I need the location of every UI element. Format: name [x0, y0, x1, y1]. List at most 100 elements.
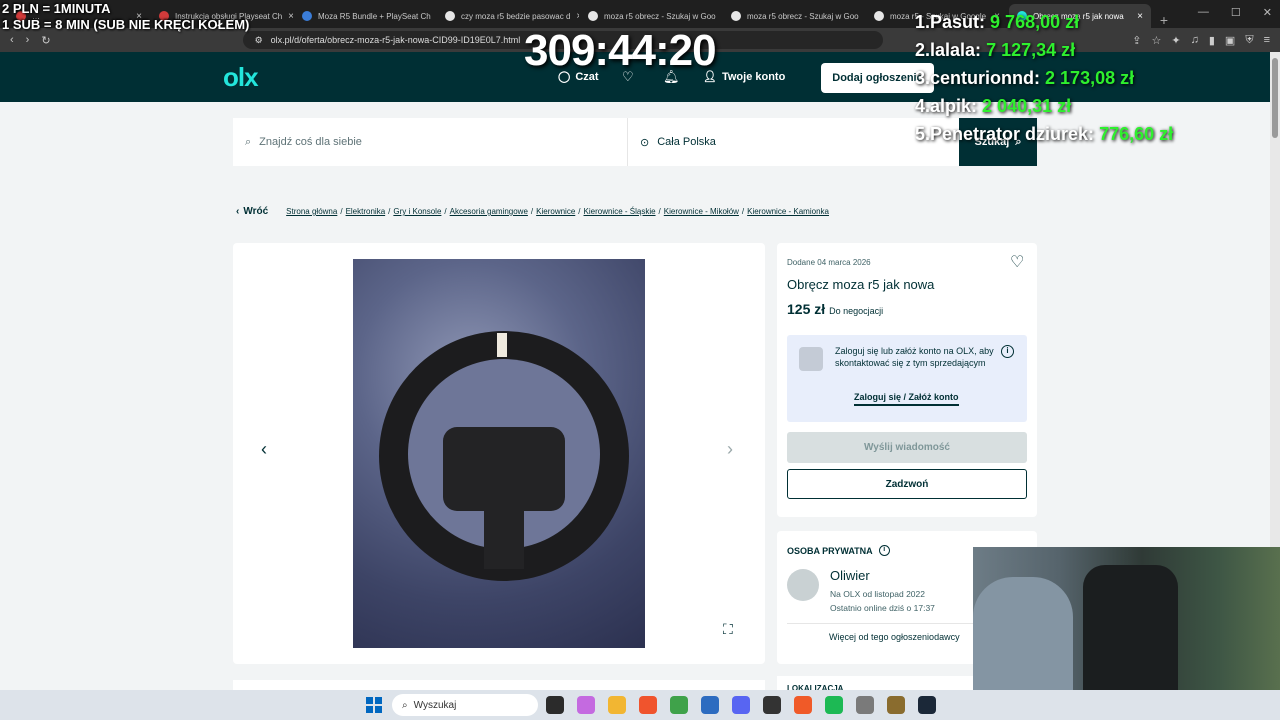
windows-start-icon[interactable]: [366, 697, 382, 713]
copilot-icon[interactable]: [577, 696, 595, 714]
browser-tab[interactable]: Moza R5 Bundle + PlaySeat Ch×: [294, 4, 436, 28]
file-explorer-icon[interactable]: [608, 696, 626, 714]
leaderboard-row: 4.alpik: 2 040,31 zł: [915, 92, 1173, 120]
send-message-button[interactable]: Wyślij wiadomość: [787, 432, 1027, 463]
tab-label: Moza R5 Bundle + PlaySeat Ch: [318, 11, 431, 21]
negotiable-label: Do negocjacji: [829, 306, 884, 316]
breadcrumb-link[interactable]: Akcesoria gamingowe: [450, 207, 528, 216]
sidebar-icon[interactable]: ▮: [1209, 34, 1215, 47]
leaderboard-rank: 2.: [915, 40, 931, 60]
wallet-icon[interactable]: ▣: [1225, 34, 1235, 47]
leaderboard-rank: 3.: [915, 68, 931, 88]
music-icon[interactable]: ♫: [1191, 34, 1199, 47]
taskbar-apps: [546, 696, 936, 714]
chevron-left-icon: ‹: [236, 206, 240, 217]
breadcrumb-separator: /: [388, 207, 391, 216]
window-controls: — ☐ ✕: [1198, 6, 1272, 19]
call-button[interactable]: Zadzwoń: [787, 469, 1027, 499]
browser-tab[interactable]: czy moza r5 bedzie pasowac d ×: [437, 4, 579, 28]
subathon-timer: 309:44:20: [524, 26, 717, 75]
tab-close-icon[interactable]: ×: [288, 11, 293, 22]
breadcrumb-link[interactable]: Gry i Konsole: [393, 207, 441, 216]
breadcrumb-link[interactable]: Kierownice: [536, 207, 575, 216]
leaderboard-amount: 2 173,08 zł: [1045, 68, 1135, 88]
settings-gear-icon[interactable]: [856, 696, 874, 714]
leaderboard-row: 3.centurionnd: 2 173,08 zł: [915, 64, 1173, 92]
taskbar-search[interactable]: ⌕ Wyszukaj: [392, 694, 538, 716]
search-input[interactable]: ⌕ Znajdź coś dla siebie: [233, 118, 628, 166]
tab-favicon-icon: [302, 11, 312, 21]
login-illustration-icon: [799, 347, 823, 371]
brave-alt-icon[interactable]: [794, 696, 812, 714]
browser-tab[interactable]: moza r5 obrecz - Szukaj w Goo×: [723, 4, 865, 28]
steam-icon[interactable]: [918, 696, 936, 714]
ad-title: Obręcz moza r5 jak nowa: [787, 277, 935, 292]
favorite-heart-icon[interactable]: ♡: [1010, 252, 1024, 272]
forward-nav-icon[interactable]: ›: [26, 34, 30, 46]
discord-icon[interactable]: [732, 696, 750, 714]
minimize-icon[interactable]: —: [1198, 6, 1209, 19]
breadcrumb-link[interactable]: Strona główna: [286, 207, 337, 216]
back-nav-icon[interactable]: ‹: [10, 34, 14, 46]
leaderboard-row: 5.Penetrator dziurek: 776,60 zł: [915, 120, 1173, 148]
info-icon[interactable]: i: [1001, 345, 1014, 358]
breadcrumb-separator: /: [658, 207, 661, 216]
tab-favicon-icon: [588, 11, 598, 21]
seller-name[interactable]: Oliwier: [830, 568, 870, 583]
leaderboard-rank: 4.: [915, 96, 931, 116]
ad-photo[interactable]: [353, 259, 645, 648]
breadcrumb: ‹ Wróć Strona główna / Elektronika / Gry i K…: [236, 206, 829, 217]
leaderboard-name: centurionnd:: [930, 68, 1041, 88]
next-photo-icon[interactable]: ›: [727, 439, 733, 460]
tab-close-icon[interactable]: ×: [576, 11, 579, 22]
donation-leaderboard: 1.Pasut: 9 768,00 zł 2.lalala: 7 127,34 z…: [915, 8, 1173, 148]
menu-icon[interactable]: ≡: [1264, 34, 1270, 47]
olx-logo[interactable]: olx: [223, 62, 259, 93]
fullscreen-icon[interactable]: ⛶: [723, 621, 733, 638]
location-input[interactable]: ⊙ Cała Polska: [628, 118, 959, 166]
close-window-icon[interactable]: ✕: [1263, 6, 1272, 19]
back-link[interactable]: ‹ Wróć: [236, 206, 268, 217]
maximize-icon[interactable]: ☐: [1231, 6, 1241, 19]
seller-type: OSOBA PRYWATNA i: [787, 545, 890, 556]
url-text: olx.pl/d/oferta/obrecz-moza-r5-jak-nowa-…: [270, 35, 521, 45]
spotify-icon[interactable]: [825, 696, 843, 714]
more-from-seller-link[interactable]: Więcej od tego ogłoszeniodawcy: [829, 632, 960, 642]
login-prompt-text: Zaloguj się lub załóż konto na OLX, aby …: [835, 346, 994, 368]
prev-photo-icon[interactable]: ‹: [261, 439, 267, 460]
breadcrumb-link[interactable]: Elektronika: [346, 207, 386, 216]
app-icon[interactable]: [887, 696, 905, 714]
leaderboard-name: alpik:: [930, 96, 978, 116]
store-icon[interactable]: [701, 696, 719, 714]
tab-label: czy moza r5 bedzie pasowac d: [461, 11, 571, 21]
shield-icon[interactable]: ⛨: [1245, 34, 1253, 47]
browser-tab[interactable]: moza r5 obrecz - Szukaj w Goo×: [580, 4, 722, 28]
donation-rules-overlay: 2 PLN = 1MINUTA 1 SUB = 8 MIN (SUB NIE K…: [2, 1, 250, 32]
leaderboard-name: Pasut:: [930, 12, 986, 32]
tab-favicon-icon: [874, 11, 884, 21]
breadcrumb-link[interactable]: Kierownice - Kamionka: [747, 207, 829, 216]
ad-date: Dodane 04 marca 2026: [787, 258, 871, 267]
breadcrumb-link[interactable]: Kierownice - Mikołów: [664, 207, 739, 216]
streamer-shape: [973, 577, 1073, 700]
chrome-icon[interactable]: [670, 696, 688, 714]
leaderboard-amount: 776,60 zł: [1099, 124, 1174, 144]
task-view-icon[interactable]: [546, 696, 564, 714]
reload-icon[interactable]: ↻: [41, 34, 50, 47]
seller-info-icon[interactable]: i: [878, 545, 890, 556]
breadcrumb-separator: /: [578, 207, 581, 216]
windows-taskbar: ⌕ Wyszukaj: [0, 690, 1280, 720]
wheel-center-mark: [497, 333, 507, 357]
breadcrumb-separator: /: [741, 207, 745, 216]
scrollbar-thumb[interactable]: [1272, 58, 1278, 138]
breadcrumb-separator: /: [340, 207, 343, 216]
leaderboard-rank: 1.: [915, 12, 931, 32]
leaderboard-name: lalala:: [930, 40, 982, 60]
breadcrumb-separator: /: [444, 207, 447, 216]
obs-icon[interactable]: [763, 696, 781, 714]
breadcrumb-link[interactable]: Kierownice - Śląskie: [584, 207, 656, 216]
webcam-feed: [973, 547, 1280, 700]
brave-icon[interactable]: [639, 696, 657, 714]
login-link[interactable]: Zaloguj się / Załóż konto: [854, 392, 959, 406]
site-info-icon[interactable]: ⚙: [255, 35, 263, 46]
